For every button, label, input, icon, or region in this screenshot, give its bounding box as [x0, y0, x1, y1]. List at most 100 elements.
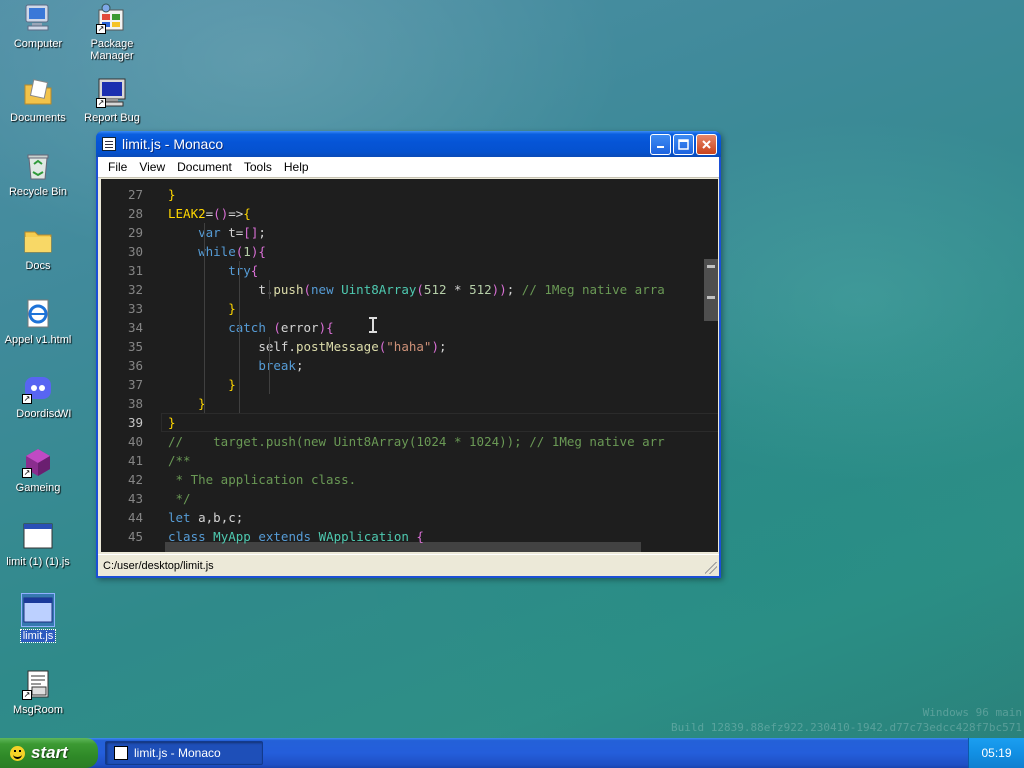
line-number: 43	[127, 491, 143, 506]
line-text: catch (error){	[228, 320, 334, 335]
start-label: start	[31, 743, 68, 762]
report-bug-icon: ↗	[96, 76, 128, 108]
desktop-icon-recycle-bin[interactable]: Recycle Bin	[0, 150, 76, 198]
resize-grip-icon[interactable]	[705, 562, 717, 574]
desktop-icon-package-manager[interactable]: ↗ Package Manager	[74, 2, 150, 62]
code-line[interactable]: 43 */	[101, 489, 718, 508]
code-line[interactable]: 45 class MyApp extends WApplication {	[101, 527, 718, 546]
package-manager-icon: ↗	[96, 2, 128, 34]
desktop-icon-limit-js[interactable]: limit.js	[0, 593, 76, 643]
menu-bar: File View Document Tools Help	[98, 157, 719, 178]
maximize-icon	[678, 138, 689, 150]
code-line[interactable]: 30 while(1){	[101, 242, 718, 261]
window-app-icon	[102, 137, 116, 151]
code-line[interactable]: 34 catch (error){	[101, 318, 718, 337]
code-line[interactable]: 28 LEAK2=()=>{	[101, 204, 718, 223]
code-line[interactable]: 44 let a,b,c;	[101, 508, 718, 527]
maximize-button[interactable]	[673, 133, 694, 155]
desktop-icon-msgroom[interactable]: ↗ MsgRoom	[0, 668, 76, 716]
desktop-icon-partial[interactable]: WI	[56, 408, 96, 420]
line-text: t.push(new Uint8Array(512 * 512)); // 1M…	[258, 282, 665, 297]
line-text: /**	[168, 453, 191, 468]
window-file-icon	[22, 520, 54, 552]
code-line[interactable]: 33 }	[101, 299, 718, 318]
build-watermark-line1: Windows 96 main	[922, 706, 1022, 719]
desktop-icon-docs[interactable]: Docs	[0, 224, 76, 272]
desktop-icon-computer[interactable]: Computer	[0, 2, 76, 50]
clock[interactable]: 05:19	[981, 746, 1011, 760]
menu-document[interactable]: Document	[171, 158, 238, 176]
line-number: 29	[127, 225, 143, 240]
minimize-button[interactable]	[650, 133, 671, 155]
code-line[interactable]: 29 var t=[];	[101, 223, 718, 242]
menu-help[interactable]: Help	[278, 158, 315, 176]
line-number: 33	[127, 301, 143, 316]
shortcut-arrow-icon: ↗	[96, 98, 106, 108]
desktop-icon-label: MsgRoom	[12, 704, 64, 716]
computer-icon	[22, 2, 54, 34]
indent-guide	[204, 223, 205, 413]
line-text: }	[168, 415, 176, 430]
code-line[interactable]: 42 * The application class.	[101, 470, 718, 489]
line-text: var t=[];	[198, 225, 266, 240]
desktop-icon-label: Recycle Bin	[8, 186, 68, 198]
line-number: 34	[127, 320, 143, 335]
close-icon	[702, 139, 711, 149]
code-line[interactable]: 27}	[101, 185, 718, 204]
line-number: 41	[127, 453, 143, 468]
line-number: 32	[127, 282, 143, 297]
line-text: try{	[228, 263, 259, 278]
shortcut-arrow-icon: ↗	[96, 24, 106, 34]
file-path: C:/user/desktop/limit.js	[103, 560, 214, 572]
line-number: 39	[127, 415, 143, 430]
line-text: }	[228, 301, 236, 316]
line-number: 42	[127, 472, 143, 487]
line-text: * The application class.	[168, 472, 357, 487]
line-text: }	[198, 396, 206, 411]
code-line[interactable]: 32 t.push(new Uint8Array(512 * 512)); //…	[101, 280, 718, 299]
desktop-icon-appel-html[interactable]: Appel v1.html	[0, 298, 76, 346]
desktop-icon-limit-1-1-js[interactable]: limit (1) (1).js	[0, 520, 76, 568]
desktop-icon-label: Doordisc	[16, 408, 60, 420]
code-line[interactable]: 31 try{	[101, 261, 718, 280]
folder-icon	[22, 224, 54, 256]
line-number: 31	[127, 263, 143, 278]
smiley-icon	[10, 745, 25, 761]
code-line[interactable]: 38 }	[101, 394, 718, 413]
code-line[interactable]: 39}	[101, 413, 718, 432]
taskbar-item-label: limit.js - Monaco	[134, 746, 221, 760]
cube-icon: ↗	[22, 446, 54, 478]
code-line[interactable]: 40 // target.push(new Uint8Array(1024 * 1…	[101, 432, 718, 451]
html-file-icon	[22, 298, 54, 330]
shortcut-arrow-icon: ↗	[22, 468, 32, 478]
line-number: 27	[127, 187, 143, 202]
indent-guide	[269, 280, 270, 299]
shortcut-arrow-icon: ↗	[22, 690, 32, 700]
desktop-icon-documents[interactable]: Documents	[0, 76, 76, 124]
desktop-icon-gameing[interactable]: ↗ Gameing	[0, 446, 76, 494]
window-icon	[114, 746, 128, 760]
build-watermark-line2: Build 12839.88efz922.230410-1942.d77c73e…	[671, 721, 1022, 734]
recycle-bin-icon	[22, 150, 54, 182]
line-number: 38	[127, 396, 143, 411]
menu-view[interactable]: View	[133, 158, 171, 176]
editor-window[interactable]: limit.js - Monaco File View Document Too…	[96, 131, 721, 578]
line-text: // target.push(new Uint8Array(1024 * 102…	[168, 434, 665, 449]
taskbar-item-limit-js[interactable]: limit.js - Monaco	[105, 741, 263, 765]
code-line[interactable]: 41 /**	[101, 451, 718, 470]
line-number: 36	[127, 358, 143, 373]
window-titlebar[interactable]: limit.js - Monaco	[96, 131, 721, 157]
close-button[interactable]	[696, 133, 717, 155]
menu-tools[interactable]: Tools	[238, 158, 278, 176]
code-line[interactable]: 35 self.postMessage("haha");	[101, 337, 718, 356]
start-button[interactable]: start	[0, 738, 98, 768]
line-text: }	[168, 187, 176, 202]
code-line[interactable]: 37 }	[101, 375, 718, 394]
code-line[interactable]: 36 break;	[101, 356, 718, 375]
system-tray: 05:19	[968, 738, 1024, 768]
window-file-icon	[21, 593, 55, 627]
desktop-icon-report-bug[interactable]: ↗ Report Bug	[74, 76, 150, 124]
line-number: 40	[127, 434, 143, 449]
menu-file[interactable]: File	[102, 158, 133, 176]
code-editor[interactable]: 27} 28 LEAK2=()=>{29 var t=[]; 30 while(1){…	[101, 179, 718, 552]
